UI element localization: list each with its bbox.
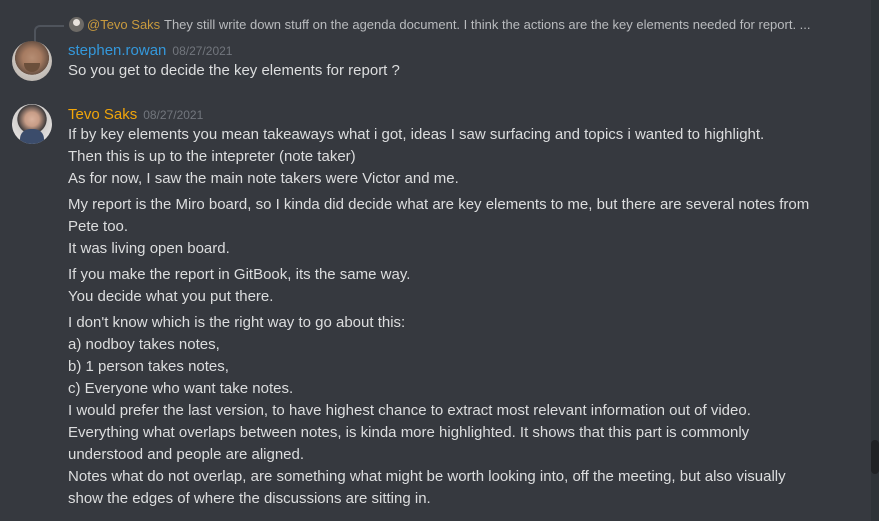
reply-preview[interactable]: @Tevo Saks They still write down stuff o… xyxy=(34,15,874,47)
message-header: Tevo Saks 08/27/2021 xyxy=(68,104,203,123)
timestamp: 08/27/2021 xyxy=(143,108,204,122)
message-line: So you get to decide the key elements fo… xyxy=(68,62,400,79)
message-line: c) Everyone who want take notes. xyxy=(68,380,294,397)
message-line: I don't know which is the right way to g… xyxy=(68,314,406,331)
message-line: As for now, I saw the main note takers w… xyxy=(68,170,459,187)
reply-avatar[interactable] xyxy=(69,17,84,32)
message-line: show the edges of where the discussions … xyxy=(68,490,431,507)
message-header: stephen.rowan 08/27/2021 xyxy=(68,40,232,59)
message-line: You decide what you put there. xyxy=(68,288,274,305)
message-line: Pete too. xyxy=(68,218,129,235)
message-line: Notes what do not overlap, are something… xyxy=(68,468,786,485)
message-body: So you get to decide the key elements fo… xyxy=(68,60,848,82)
message-line: a) nodboy takes notes, xyxy=(68,336,220,353)
message-line: I would prefer the last version, to have… xyxy=(68,402,751,419)
reply-text[interactable]: They still write down stuff on the agend… xyxy=(164,17,811,32)
message-line: My report is the Miro board, so I kinda … xyxy=(68,196,810,213)
avatar[interactable] xyxy=(12,104,52,144)
message-line: Then this is up to the intepreter (note … xyxy=(68,148,356,165)
username[interactable]: stephen.rowan xyxy=(68,42,166,59)
message-line: understood and people are aligned. xyxy=(68,446,305,463)
message-line: It was living open board. xyxy=(68,240,230,257)
scrollbar-thumb[interactable] xyxy=(871,440,879,474)
chat-area: @Tevo Saks They still write down stuff o… xyxy=(0,0,879,521)
avatar[interactable] xyxy=(12,41,52,81)
timestamp: 08/27/2021 xyxy=(172,44,233,58)
reply-author[interactable]: @Tevo Saks xyxy=(87,17,160,32)
message-body: If by key elements you mean takeaways wh… xyxy=(68,124,848,510)
message-line: If by key elements you mean takeaways wh… xyxy=(68,126,765,143)
message-line: Everything what overlaps between notes, … xyxy=(68,424,750,441)
message-line: b) 1 person takes notes, xyxy=(68,358,229,375)
message-line: If you make the report in GitBook, its t… xyxy=(68,266,411,283)
username[interactable]: Tevo Saks xyxy=(68,106,137,123)
